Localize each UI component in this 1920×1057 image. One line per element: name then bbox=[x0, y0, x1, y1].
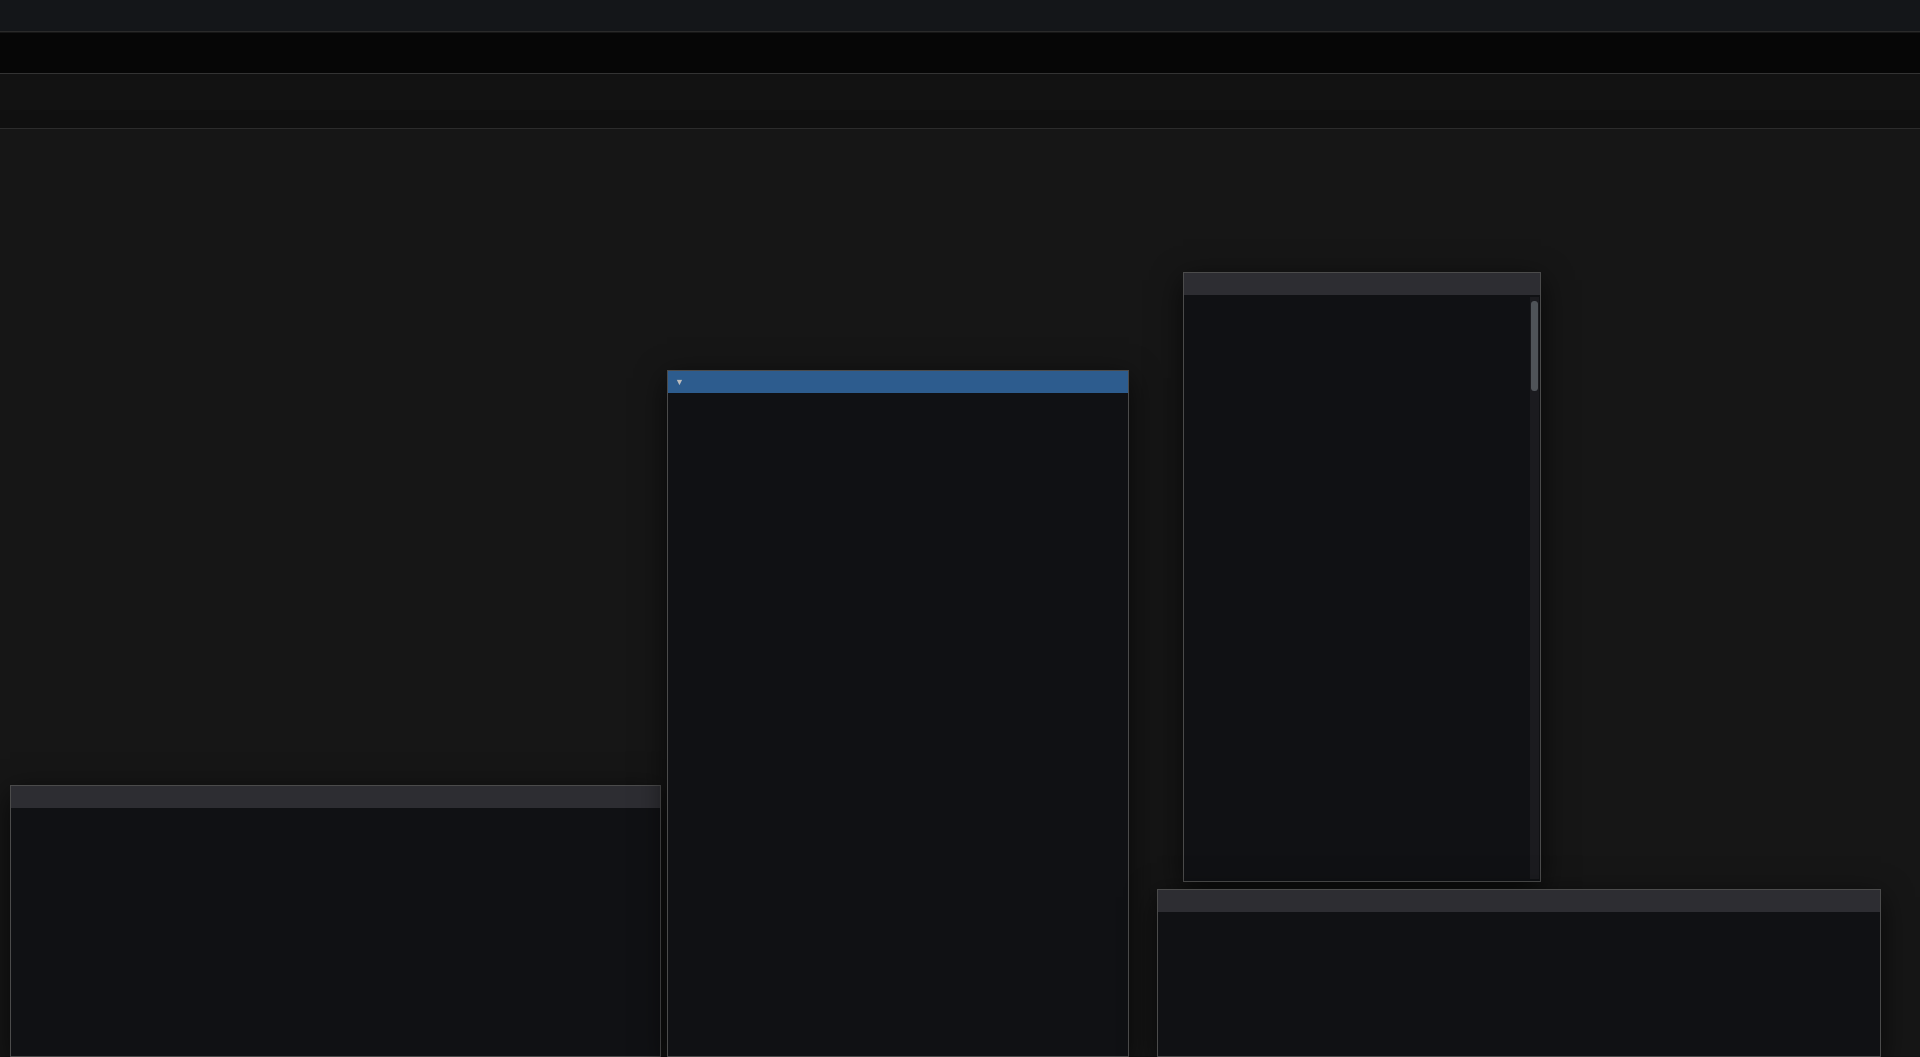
find-zone-window-titlebar[interactable]: ▼ bbox=[668, 371, 1128, 393]
scrollbar[interactable] bbox=[1530, 297, 1539, 879]
statistics-window-titlebar[interactable] bbox=[11, 786, 660, 808]
memory-window-titlebar[interactable] bbox=[1158, 890, 1880, 912]
collapse-icon[interactable]: ▼ bbox=[675, 377, 684, 387]
scrollbar-thumb[interactable] bbox=[1531, 301, 1538, 391]
time-ruler[interactable] bbox=[0, 74, 1920, 111]
frame-timeline-strip[interactable] bbox=[0, 33, 1920, 74]
zone-info-window-titlebar[interactable] bbox=[1184, 273, 1540, 295]
tracy-profiler-app: ▼ bbox=[0, 0, 1920, 1057]
find-zone-window: ▼ bbox=[667, 370, 1129, 1057]
frame-labels-row[interactable] bbox=[0, 110, 1920, 129]
memory-window bbox=[1157, 889, 1881, 1057]
main-toolbar bbox=[0, 0, 1920, 32]
zone-info-window bbox=[1183, 272, 1541, 882]
statistics-window bbox=[10, 785, 661, 1057]
